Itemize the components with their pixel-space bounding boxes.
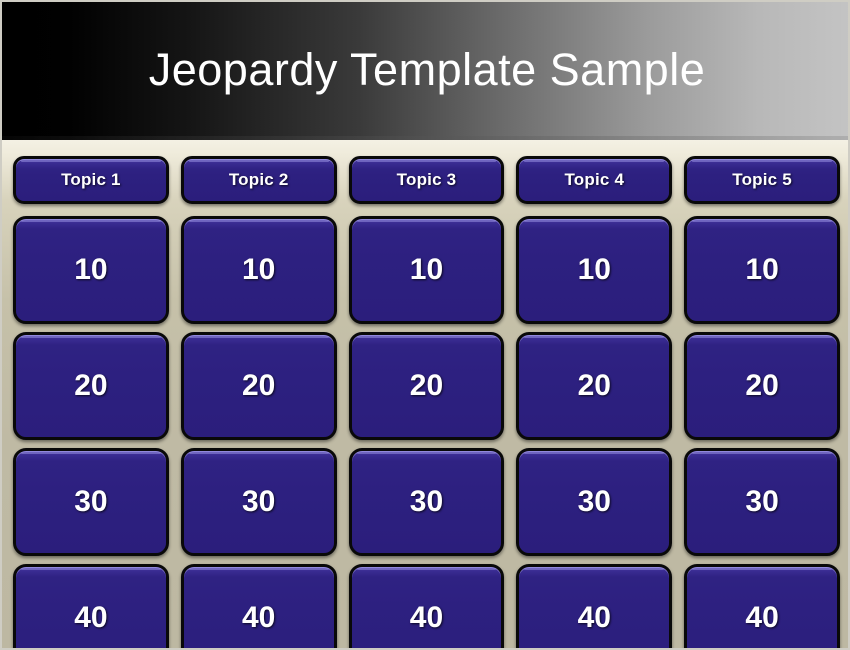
value-tile-label: 10: [242, 253, 276, 286]
value-tile-label: 40: [577, 601, 611, 634]
topic-tile-3[interactable]: Topic 3: [348, 156, 505, 204]
value-tile-label: 30: [577, 485, 611, 518]
value-tile-label: 20: [242, 369, 276, 402]
value-tile[interactable]: 30: [180, 448, 337, 556]
value-tile[interactable]: 10: [13, 216, 169, 324]
topic-tile-label: Topic 3: [396, 170, 457, 189]
value-tile-label: 30: [242, 485, 276, 518]
value-tile-label: 20: [577, 369, 611, 402]
value-tile[interactable]: 10: [348, 216, 505, 324]
value-tile[interactable]: 20: [348, 332, 505, 440]
topic-tile-label: Topic 5: [732, 170, 792, 189]
value-tile[interactable]: 30: [348, 448, 505, 556]
value-tile[interactable]: 40: [684, 564, 840, 648]
value-tile-label: 20: [74, 369, 108, 402]
value-tile-label: 30: [745, 485, 779, 518]
title-banner: Jeopardy Template Sample: [2, 2, 848, 140]
topic-tile-label: Topic 2: [228, 170, 289, 189]
value-tile[interactable]: 30: [13, 448, 169, 556]
value-tile[interactable]: 30: [684, 448, 840, 556]
value-tile[interactable]: 40: [180, 564, 337, 648]
value-tile[interactable]: 10: [684, 216, 840, 324]
value-row-30: 30 30 30 30 30: [13, 448, 840, 556]
value-tile-label: 10: [74, 253, 108, 286]
value-row-10: 10 10 10 10 10: [13, 216, 840, 324]
value-tile[interactable]: 20: [516, 332, 673, 440]
value-tile[interactable]: 40: [516, 564, 673, 648]
value-tile[interactable]: 30: [516, 448, 673, 556]
value-tile-label: 40: [409, 601, 444, 634]
value-tile[interactable]: 20: [180, 332, 337, 440]
topic-tile-label: Topic 1: [61, 170, 121, 189]
value-tile-label: 10: [577, 253, 611, 286]
value-row-40: 40 40 40 40 40: [13, 564, 840, 648]
value-tile[interactable]: 10: [180, 216, 337, 324]
value-tile[interactable]: 40: [13, 564, 169, 648]
topic-header-row: Topic 1 Topic 2 Topic 3 Topic 4 Topic 5: [13, 156, 840, 204]
value-tile[interactable]: 10: [516, 216, 673, 324]
value-tile-label: 10: [409, 253, 444, 286]
value-tile[interactable]: 20: [684, 332, 840, 440]
topic-tile-5[interactable]: Topic 5: [684, 156, 840, 204]
jeopardy-board-screen: Jeopardy Template Sample Topic 1 Topic 2…: [0, 0, 850, 650]
page-title: Jeopardy Template Sample: [148, 43, 706, 95]
value-tile[interactable]: 20: [13, 332, 169, 440]
topic-tile-1[interactable]: Topic 1: [13, 156, 169, 204]
topic-tile-label: Topic 4: [564, 170, 625, 189]
value-tile-label: 20: [745, 369, 779, 402]
value-tile-label: 40: [242, 601, 276, 634]
topic-tile-2[interactable]: Topic 2: [180, 156, 337, 204]
value-tile-label: 10: [745, 253, 779, 286]
value-tile-label: 30: [409, 485, 444, 518]
value-tile-label: 40: [74, 601, 108, 634]
value-tile[interactable]: 40: [348, 564, 505, 648]
game-board: Topic 1 Topic 2 Topic 3 Topic 4 Topic 5 …: [2, 140, 848, 648]
value-tile-label: 30: [74, 485, 108, 518]
value-tile-label: 20: [409, 369, 444, 402]
topic-tile-4[interactable]: Topic 4: [516, 156, 673, 204]
value-row-20: 20 20 20 20 20: [13, 332, 840, 440]
value-tile-label: 40: [745, 601, 779, 634]
